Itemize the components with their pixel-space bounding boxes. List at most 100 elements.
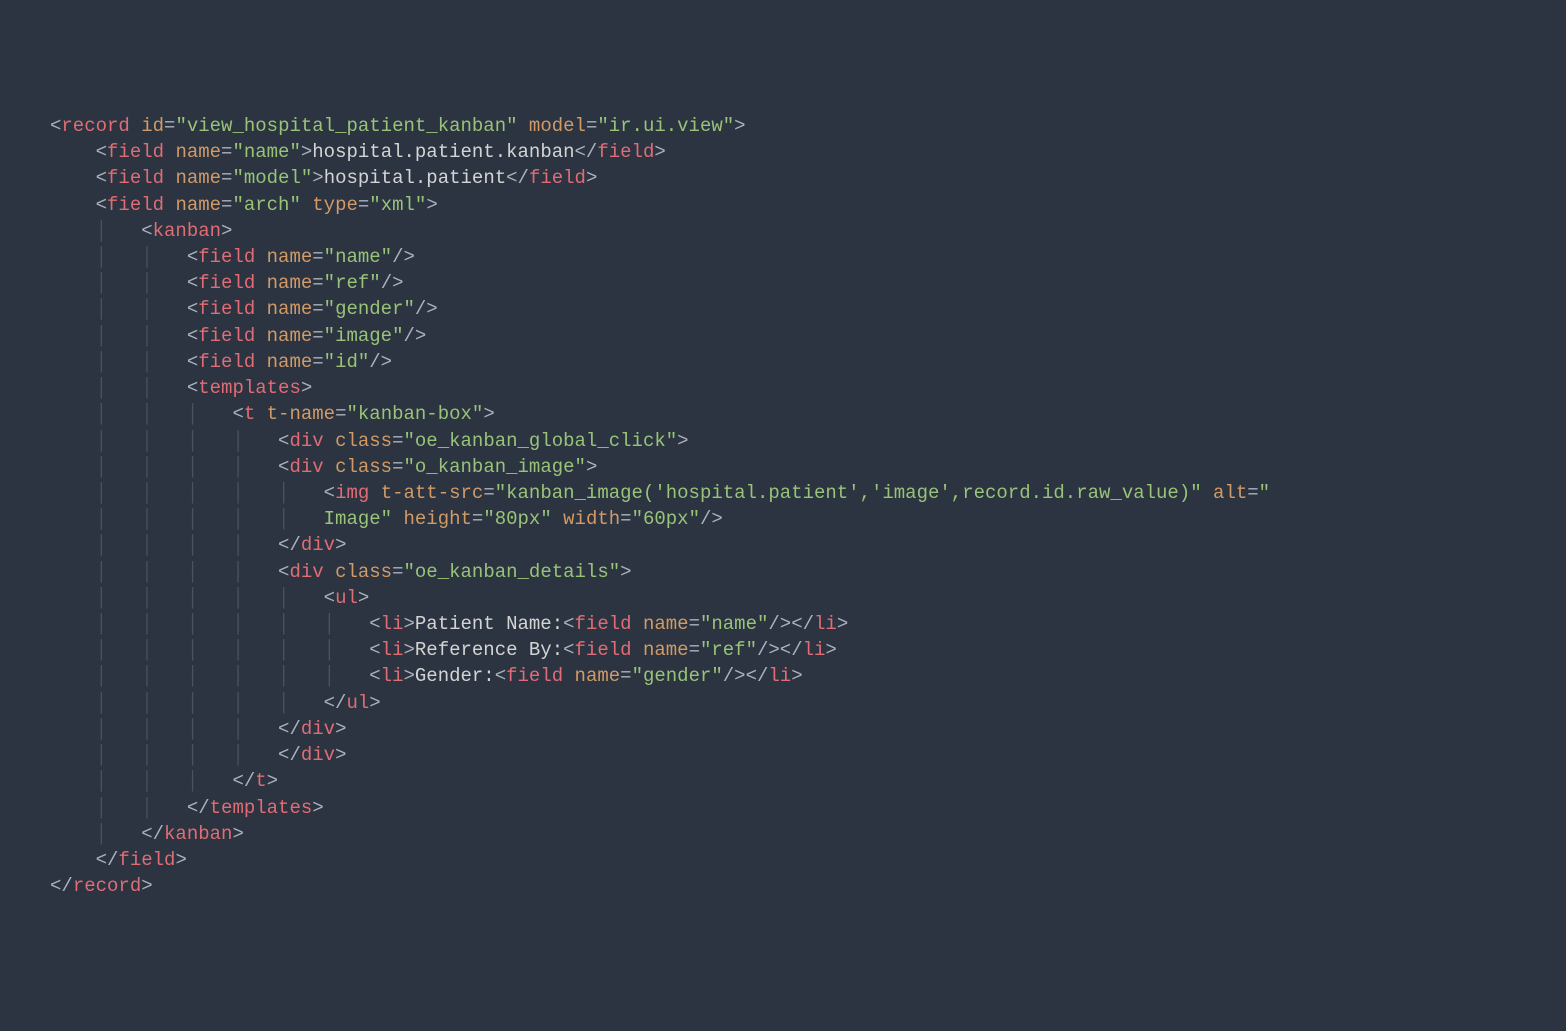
code-token: > [403, 639, 414, 661]
code-token [50, 613, 96, 635]
code-line[interactable]: │ │ │ │ │ │ <li>Reference By:<field name… [50, 637, 1566, 663]
code-token: Patient Name: [415, 613, 563, 635]
code-token: record [73, 875, 141, 897]
code-token: > [335, 534, 346, 556]
code-line[interactable]: │ │ │ │ </div> [50, 742, 1566, 768]
code-token [632, 639, 643, 661]
code-line[interactable]: │ │ │ │ │ <ul> [50, 585, 1566, 611]
code-token: = [312, 298, 323, 320]
code-token [50, 220, 96, 242]
code-line[interactable]: │ │ │ │ <div class="oe_kanban_global_cli… [50, 428, 1566, 454]
code-line[interactable]: │ <kanban> [50, 218, 1566, 244]
code-token: > [586, 167, 597, 189]
code-token: │ │ │ │ │ │ [96, 639, 370, 661]
code-token: < [187, 325, 198, 347]
code-token: height [403, 508, 471, 530]
code-token [255, 403, 266, 425]
code-line[interactable]: │ │ <field name="id"/> [50, 349, 1566, 375]
code-token: │ │ │ │ [96, 561, 278, 583]
code-token: < [96, 167, 107, 189]
code-line[interactable]: │ │ │ <t t-name="kanban-box"> [50, 401, 1566, 427]
code-token: /></ [723, 665, 769, 687]
code-token: > [677, 430, 688, 452]
code-token [324, 456, 335, 478]
code-token [50, 167, 96, 189]
code-editor[interactable]: <record id="view_hospital_patient_kanban… [0, 105, 1566, 900]
code-token: > [267, 770, 278, 792]
code-token: │ │ │ [96, 770, 233, 792]
code-token: "oe_kanban_details" [404, 561, 621, 583]
code-line[interactable]: </record> [50, 873, 1566, 899]
code-line[interactable]: │ │ │ │ <div class="oe_kanban_details"> [50, 559, 1566, 585]
code-token [50, 587, 96, 609]
code-token: = [312, 325, 323, 347]
code-token: "arch" [232, 194, 300, 216]
code-token: > [221, 220, 232, 242]
code-token [518, 115, 529, 137]
code-token: ul [335, 587, 358, 609]
code-token: │ │ │ │ [96, 534, 278, 556]
code-token: name [175, 141, 221, 163]
code-token: │ │ │ │ [96, 718, 278, 740]
code-token: "kanban-box" [346, 403, 483, 425]
code-token: "name" [700, 613, 768, 635]
code-line[interactable]: </field> [50, 847, 1566, 873]
code-token: > [335, 744, 346, 766]
code-token: = [620, 508, 631, 530]
code-token: Image" [324, 508, 392, 530]
code-line[interactable]: │ │ │ │ │ │ <li>Gender:<field name="gend… [50, 663, 1566, 689]
code-line[interactable]: <field name="name">hospital.patient.kanb… [50, 139, 1566, 165]
code-line[interactable]: │ │ │ │ │ │ <li>Patient Name:<field name… [50, 611, 1566, 637]
code-token: = [358, 194, 369, 216]
code-token: "name" [324, 246, 392, 268]
code-token [50, 849, 96, 871]
code-token: = [620, 665, 631, 687]
code-token: │ │ │ │ [96, 744, 278, 766]
code-token: field [198, 272, 255, 294]
code-token: type [312, 194, 358, 216]
code-line[interactable]: │ │ <field name="gender"/> [50, 296, 1566, 322]
code-line[interactable]: │ </kanban> [50, 821, 1566, 847]
code-line[interactable]: │ │ <field name="image"/> [50, 323, 1566, 349]
code-token: t-name [267, 403, 335, 425]
code-line[interactable]: │ │ │ │ │ </ul> [50, 690, 1566, 716]
code-token: │ [96, 823, 142, 845]
code-token: │ │ │ │ │ │ [96, 665, 370, 687]
code-line[interactable]: <record id="view_hospital_patient_kanban… [50, 113, 1566, 139]
code-token: field [597, 141, 654, 163]
code-token: /> [369, 351, 392, 373]
code-token: "xml" [369, 194, 426, 216]
code-token [50, 272, 96, 294]
code-token: div [301, 534, 335, 556]
code-token: = [689, 613, 700, 635]
code-token [255, 325, 266, 347]
code-token: div [289, 430, 323, 452]
code-token: = [392, 561, 403, 583]
code-line[interactable]: │ │ │ </t> [50, 768, 1566, 794]
code-line[interactable]: │ │ </templates> [50, 795, 1566, 821]
code-line[interactable]: │ │ │ │ │ <img t-att-src="kanban_image('… [50, 480, 1566, 506]
code-line[interactable]: │ │ <templates> [50, 375, 1566, 401]
code-token [255, 351, 266, 373]
code-token [632, 613, 643, 635]
code-token [1202, 482, 1213, 504]
code-line[interactable]: │ │ │ │ </div> [50, 716, 1566, 742]
code-token: > [825, 639, 836, 661]
code-token: name [267, 246, 313, 268]
code-line[interactable]: <field name="arch" type="xml"> [50, 192, 1566, 218]
code-token: = [312, 351, 323, 373]
code-line[interactable]: │ │ │ │ │ Image" height="80px" width="60… [50, 506, 1566, 532]
code-token [50, 770, 96, 792]
code-line[interactable]: <field name="model">hospital.patient</fi… [50, 165, 1566, 191]
code-token: field [118, 849, 175, 871]
code-token: "80px" [483, 508, 551, 530]
code-token [50, 534, 96, 556]
code-line[interactable]: │ │ <field name="ref"/> [50, 270, 1566, 296]
code-line[interactable]: │ │ │ │ <div class="o_kanban_image"> [50, 454, 1566, 480]
code-line[interactable]: │ │ <field name="name"/> [50, 244, 1566, 270]
code-token: "id" [324, 351, 370, 373]
code-token: < [324, 482, 335, 504]
code-line[interactable]: │ │ │ │ </div> [50, 532, 1566, 558]
code-token: = [689, 639, 700, 661]
code-token [324, 430, 335, 452]
